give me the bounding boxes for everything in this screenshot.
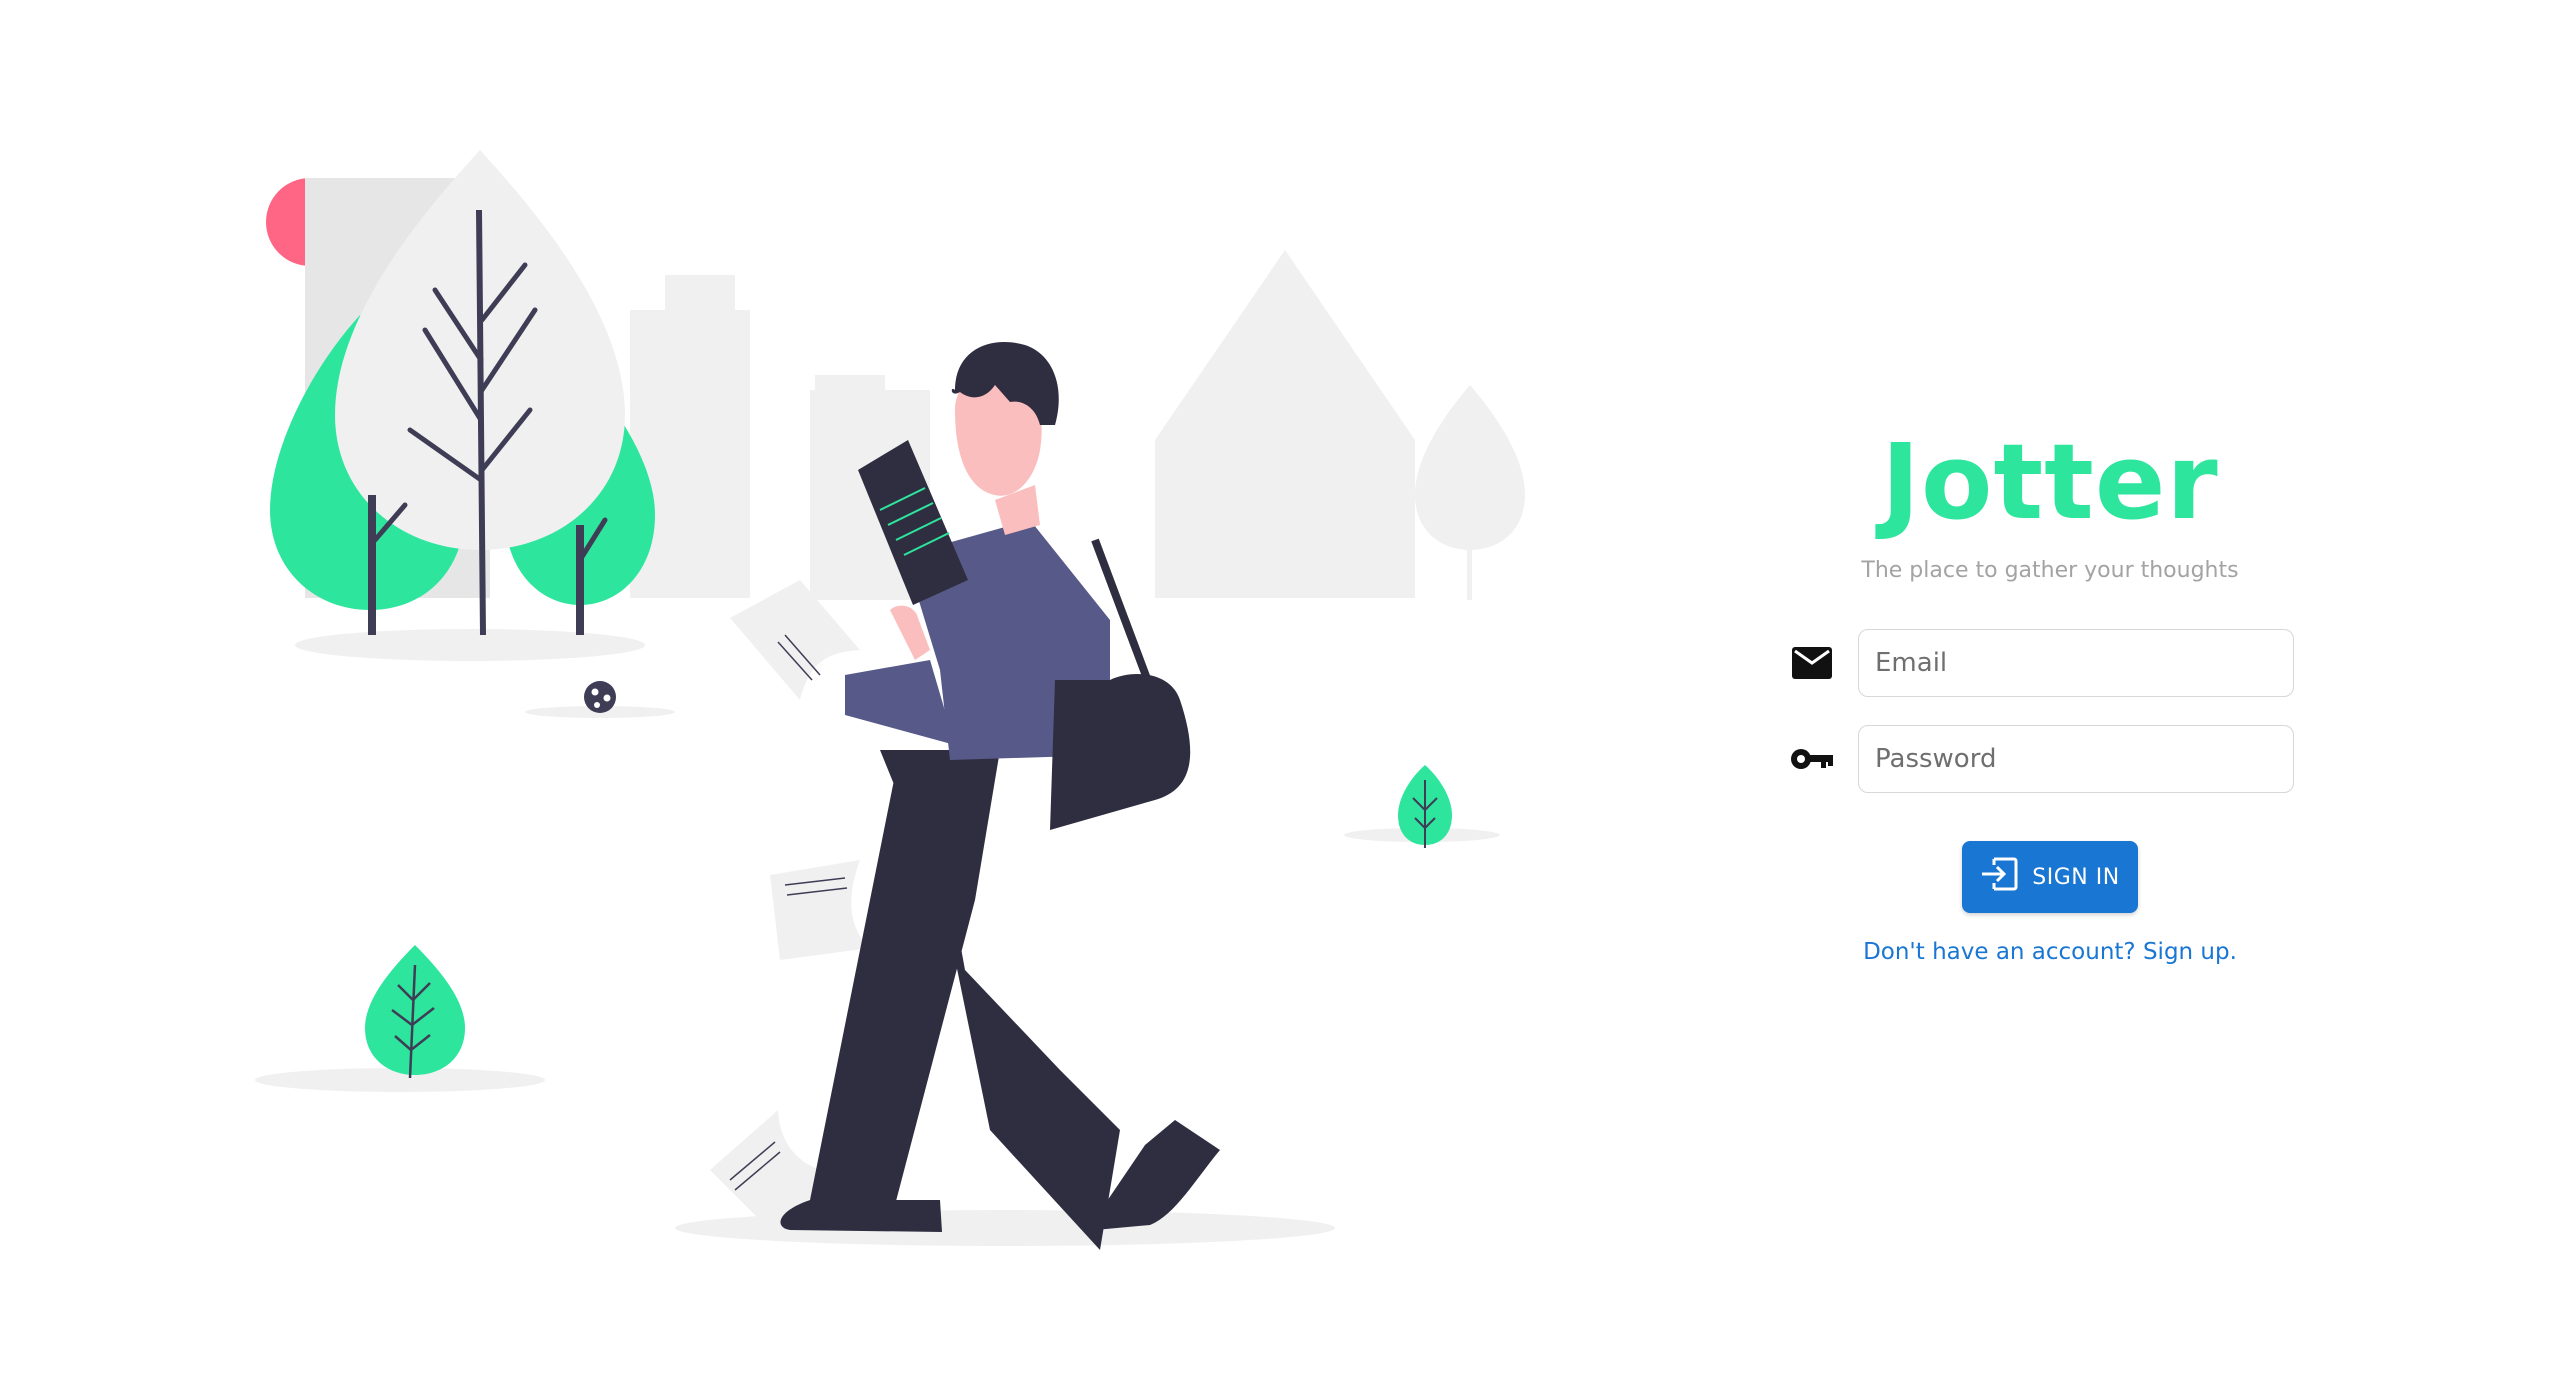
app-tagline: The place to gather your thoughts bbox=[1861, 558, 2239, 583]
pink-shape bbox=[266, 178, 310, 266]
sign-up-link[interactable]: Don't have an account? Sign up. bbox=[1790, 939, 2310, 965]
tree-bg-right bbox=[1415, 385, 1525, 550]
ball bbox=[584, 681, 616, 713]
password-row bbox=[1790, 725, 2310, 793]
password-field[interactable] bbox=[1858, 725, 2294, 793]
login-icon bbox=[1980, 857, 2018, 897]
email-row bbox=[1790, 629, 2310, 697]
small-plant-left bbox=[365, 945, 465, 1075]
walking-reader-illustration bbox=[255, 150, 1525, 1250]
envelope-icon bbox=[1790, 641, 1834, 685]
email-field[interactable] bbox=[1858, 629, 2294, 697]
house bbox=[1155, 250, 1415, 598]
app-title: Jotter bbox=[1881, 421, 2219, 543]
building-mid bbox=[630, 310, 750, 598]
sign-in-label: SIGN IN bbox=[2032, 864, 2120, 890]
signin-wrap: SIGN IN bbox=[1790, 841, 2310, 913]
login-panel: Jotter The place to gather your thoughts bbox=[1790, 430, 2310, 965]
login-page: Jotter The place to gather your thoughts bbox=[0, 0, 2560, 1392]
sign-in-button[interactable]: SIGN IN bbox=[1962, 841, 2138, 913]
key-icon bbox=[1790, 737, 1834, 781]
